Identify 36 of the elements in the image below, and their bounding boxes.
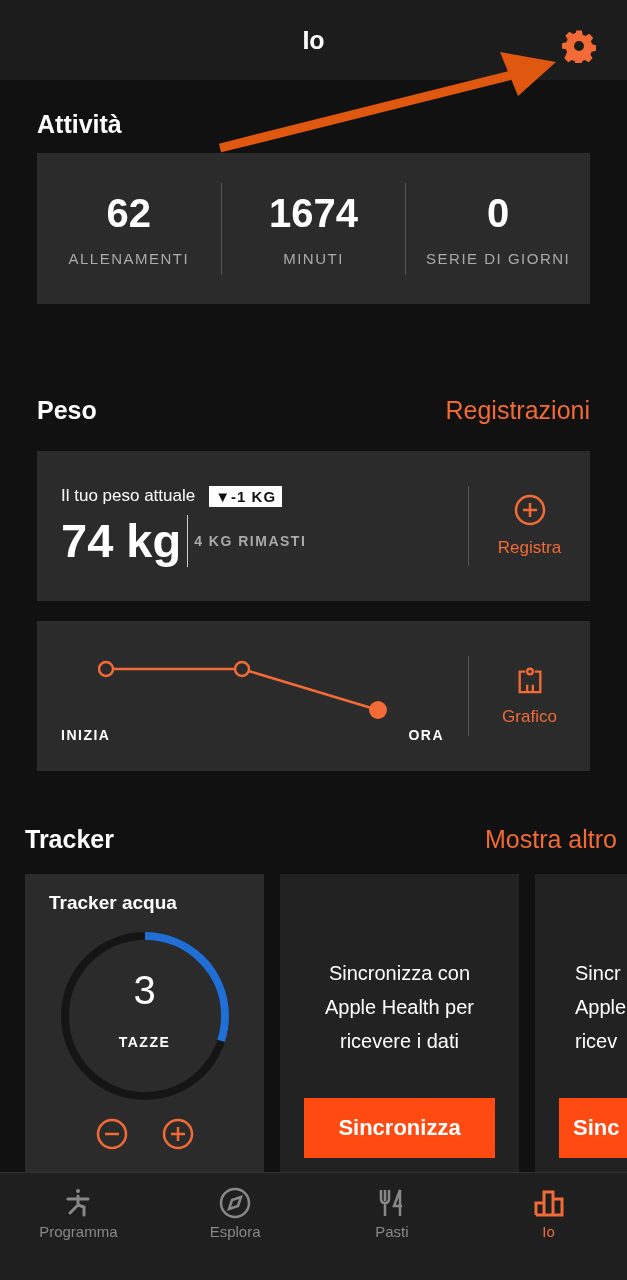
settings-icon[interactable] <box>562 29 596 63</box>
sync-button[interactable]: Sincronizza <box>304 1098 495 1158</box>
page-title: Io <box>302 25 325 55</box>
add-icon <box>513 494 546 526</box>
compass-icon <box>219 1187 252 1219</box>
stat-label: ALLENAMENTI <box>68 249 190 267</box>
show-more-link[interactable]: Mostra altro <box>485 825 617 854</box>
current-weight-label: Il tuo peso attuale <box>61 486 196 506</box>
chart-button[interactable]: Grafico <box>468 656 590 736</box>
stat-label: MINUTI <box>283 249 344 267</box>
sync-message: Sincr Apple ricev <box>574 961 627 1054</box>
stat-value: 62 <box>106 190 152 236</box>
entries-link[interactable]: Registrazioni <box>445 396 590 425</box>
cup-count: 3 <box>132 968 157 1013</box>
stat-value: 0 <box>487 190 510 236</box>
log-weight-button[interactable]: Registra <box>468 486 590 566</box>
remaining-weight: 4 KG RIMASTI <box>193 532 307 549</box>
tab-item[interactable]: Io <box>470 1187 627 1240</box>
section-title: Peso <box>37 396 97 425</box>
stat-label: SERIE DI GIORNI <box>426 249 571 267</box>
weight-change-badge: ▼-1 KG <box>209 485 283 507</box>
add-icon[interactable] <box>161 1118 194 1150</box>
stat-value: 1674 <box>269 190 358 236</box>
cup-unit: TAZZE <box>117 1034 172 1050</box>
sync-button[interactable]: Sinc <box>559 1098 627 1158</box>
tab-item[interactable]: Programma <box>0 1187 157 1240</box>
weight-value: 74 kg <box>61 514 189 567</box>
tab-item[interactable]: Esplora <box>157 1187 314 1240</box>
chart-end-label: ORA <box>408 727 444 743</box>
section-title: Attività <box>37 110 123 139</box>
chart-start-label: INIZIA <box>61 727 111 743</box>
tab-item[interactable]: Pasti <box>313 1187 470 1240</box>
minus-icon[interactable] <box>95 1118 128 1150</box>
section-title: Tracker <box>25 825 114 854</box>
card-title: Tracker acqua <box>48 892 177 914</box>
sync-message: Sincronizza con Apple Health per ricevere i dati <box>325 961 474 1054</box>
